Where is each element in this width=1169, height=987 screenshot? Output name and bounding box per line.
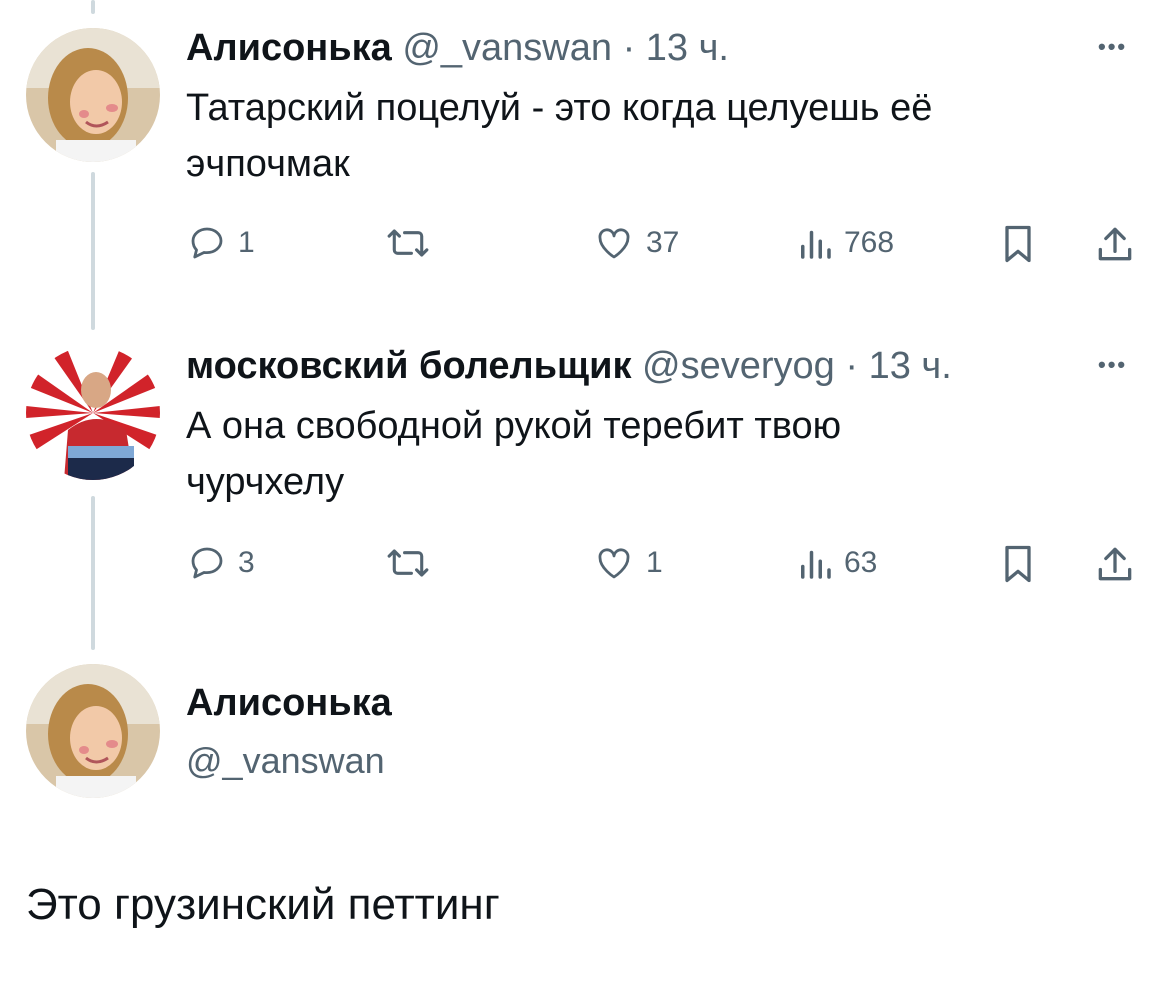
author-name[interactable]: Алисонька	[186, 682, 392, 725]
separator: ·	[845, 345, 859, 387]
reply-button[interactable]: 1	[186, 222, 255, 264]
timestamp[interactable]: 13 ч.	[646, 27, 729, 69]
retweet-button[interactable]	[384, 542, 432, 584]
like-button[interactable]: 37	[592, 222, 679, 264]
retweet-button[interactable]	[384, 222, 432, 264]
bookmark-button[interactable]	[998, 542, 1038, 586]
more-icon[interactable]: •••	[1098, 352, 1127, 378]
reply-icon	[191, 547, 223, 579]
tweet-text-line: чурчхелу	[186, 461, 345, 503]
reply-count: 1	[238, 226, 255, 259]
share-icon	[1098, 227, 1132, 261]
avatar-moskovsky[interactable]	[26, 346, 160, 480]
share-icon	[1098, 547, 1132, 581]
bookmark-button[interactable]	[998, 222, 1038, 266]
tweet-text-line: А она свободной рукой теребит твою	[186, 405, 842, 447]
more-icon[interactable]: •••	[1098, 34, 1127, 60]
reply-count: 3	[238, 546, 255, 579]
thread-line-1	[91, 172, 95, 330]
views-icon	[801, 550, 831, 579]
retweet-icon	[387, 229, 429, 257]
views-icon	[801, 230, 831, 259]
timestamp[interactable]: 13 ч.	[869, 345, 952, 387]
main-tweet-text: Это грузинский петтинг	[26, 880, 500, 929]
tweet-text-line: эчпочмак	[186, 143, 350, 185]
tweet-text-line: Татарский поцелуй - это когда целуешь её	[186, 87, 933, 129]
views-button[interactable]: 768	[796, 222, 894, 264]
bookmark-icon	[1005, 545, 1031, 583]
author-handle[interactable]: @_vanswan	[186, 740, 385, 782]
reply-button[interactable]: 3	[186, 542, 255, 584]
author-handle[interactable]: @_vanswan	[402, 27, 612, 69]
author-name[interactable]: Алисонька	[186, 27, 392, 69]
separator: ·	[622, 27, 636, 69]
bookmark-icon	[1005, 225, 1031, 263]
like-count: 1	[646, 546, 663, 579]
thread-line-2	[91, 496, 95, 650]
author-name[interactable]: московский болельщик	[186, 345, 631, 387]
avatar-alisonka[interactable]	[26, 28, 160, 162]
reply-icon	[191, 227, 223, 259]
like-count: 37	[646, 226, 680, 259]
share-button[interactable]	[1094, 542, 1136, 586]
like-icon	[598, 228, 630, 259]
views-button[interactable]: 63	[796, 542, 877, 584]
tweet-header: Алисонька @_vanswan · 13 ч.	[186, 26, 729, 70]
like-button[interactable]: 1	[592, 542, 663, 584]
retweet-icon	[387, 549, 429, 577]
like-icon	[598, 548, 630, 579]
author-handle[interactable]: @severyog	[642, 345, 835, 387]
thread-line-top	[91, 0, 95, 14]
views-count: 768	[844, 226, 895, 259]
tweet-text: Татарский поцелуй - это когда целуешь её…	[186, 80, 932, 192]
views-count: 63	[844, 546, 878, 579]
share-button[interactable]	[1094, 222, 1136, 266]
tweet-text: А она свободной рукой теребит твою чурчх…	[186, 398, 841, 510]
tweet-header: московский болельщик @severyog · 13 ч.	[186, 344, 952, 388]
avatar-alisonka-main[interactable]	[26, 664, 160, 798]
